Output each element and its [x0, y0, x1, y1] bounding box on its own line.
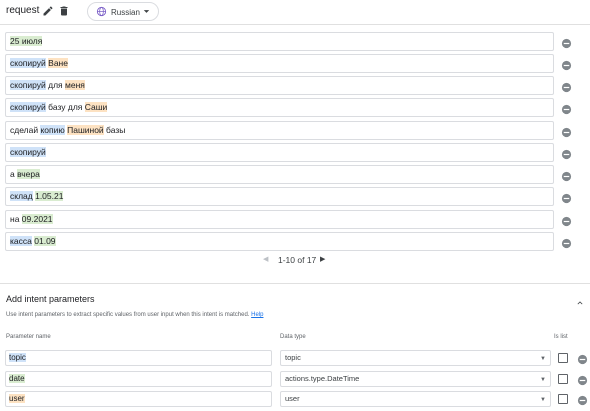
phrase-text: базы [103, 125, 126, 135]
language-selector[interactable]: Russian [87, 2, 159, 21]
phrase-input[interactable]: склад 1.05.21 [5, 187, 554, 206]
phrase-input[interactable]: скопируй Ване [5, 54, 554, 73]
remove-circle-icon[interactable] [561, 191, 572, 204]
remove-circle-icon[interactable] [561, 236, 572, 249]
intent-title: request [6, 5, 40, 16]
section-divider [0, 283, 590, 284]
phrase-input[interactable]: касса 01.09 [5, 232, 554, 251]
remove-circle-icon[interactable] [561, 125, 572, 138]
annotated-span: скопируй [10, 58, 46, 68]
param-row: user user ▼ [5, 391, 590, 407]
remove-circle-icon[interactable] [577, 352, 588, 365]
pagination: ◀ 1-10 of 17 ▶ [0, 255, 590, 267]
phrase-input[interactable]: скопируй для меня [5, 76, 554, 95]
column-header-type: Data type [280, 334, 306, 340]
phrase-row: на 09.2021 [5, 210, 585, 229]
delete-icon[interactable] [58, 4, 72, 18]
dropdown-arrow-icon [142, 7, 151, 18]
annotated-span: скопируй [10, 147, 46, 157]
edit-icon[interactable] [42, 4, 56, 18]
annotated-span: касса [10, 236, 32, 246]
remove-circle-icon[interactable] [561, 36, 572, 49]
param-name-text: topic [9, 353, 26, 362]
phrase-text: для [45, 80, 66, 90]
chevron-up-icon[interactable] [575, 295, 585, 313]
phrase-row: скопируй базу для Саши [5, 98, 585, 117]
remove-circle-icon[interactable] [561, 80, 572, 93]
phrase-row: касса 01.09 [5, 232, 585, 251]
phrase-row: а вчера [5, 165, 585, 184]
annotated-span: вчера [17, 169, 40, 179]
is-list-checkbox[interactable] [558, 374, 568, 384]
param-name-input[interactable]: user [5, 391, 272, 407]
help-link[interactable]: Help [251, 312, 263, 318]
annotated-span: 01.09 [34, 236, 56, 246]
phrase-row: сделай копию Пашиной базы [5, 121, 585, 140]
remove-circle-icon[interactable] [561, 169, 572, 182]
annotated-span: скопируй [10, 80, 46, 90]
phrase-input[interactable]: 25 июля [5, 32, 554, 51]
annotated-span: склад [10, 191, 33, 201]
phrase-input[interactable]: сделай копию Пашиной базы [5, 121, 554, 140]
remove-circle-icon[interactable] [577, 393, 588, 406]
phrase-input[interactable]: а вчера [5, 165, 554, 184]
param-name-input[interactable]: topic [5, 350, 272, 366]
column-header-name: Parameter name [6, 334, 51, 340]
phrase-row: скопируй [5, 143, 585, 162]
remove-circle-icon[interactable] [561, 58, 572, 71]
is-list-checkbox[interactable] [558, 394, 568, 404]
annotated-span: Пашиной [67, 125, 104, 135]
language-label: Russian [111, 8, 140, 17]
remove-circle-icon[interactable] [561, 102, 572, 115]
phrase-row: скопируй Ване [5, 54, 585, 73]
param-row: topic topic ▼ [5, 350, 590, 366]
phrase-text: на [10, 214, 22, 224]
phrase-input[interactable]: на 09.2021 [5, 210, 554, 229]
param-type-value: topic [285, 353, 301, 362]
phrase-input[interactable]: скопируй [5, 143, 554, 162]
is-list-checkbox[interactable] [558, 353, 568, 363]
globe-icon [96, 6, 107, 19]
pagination-range: 1-10 of 17 [278, 255, 317, 265]
prev-page-icon[interactable]: ◀ [263, 255, 268, 263]
annotated-span: Саши [84, 102, 108, 112]
page-header: request Russian [0, 0, 590, 25]
params-description: Use intent parameters to extract specifi… [6, 312, 263, 318]
annotated-span: копию [40, 125, 65, 135]
annotated-span: скопируй [10, 102, 46, 112]
annotated-span: Ване [48, 58, 68, 68]
param-name-input[interactable]: date [5, 371, 272, 387]
param-name-text: user [9, 394, 25, 403]
params-description-text: Use intent parameters to extract specifi… [6, 312, 250, 318]
params-section-title: Add intent parameters [6, 294, 95, 304]
remove-circle-icon[interactable] [561, 147, 572, 160]
phrase-text: сделай [10, 125, 41, 135]
phrase-row: 25 июля [5, 32, 585, 51]
annotated-span: меня [65, 80, 85, 90]
annotated-span: 09.2021 [21, 214, 53, 224]
remove-circle-icon[interactable] [577, 373, 588, 386]
phrase-text: базу для [45, 102, 85, 112]
param-type-select[interactable]: user ▼ [280, 391, 551, 407]
remove-circle-icon[interactable] [561, 214, 572, 227]
param-type-select[interactable]: topic ▼ [280, 350, 551, 366]
annotated-span: 1.05.21 [35, 191, 64, 201]
param-type-select[interactable]: actions.type.DateTime ▼ [280, 371, 551, 387]
param-type-value: actions.type.DateTime [285, 374, 360, 383]
phrase-row: скопируй для меня [5, 76, 585, 95]
param-type-value: user [285, 394, 300, 403]
dropdown-arrow-icon: ▼ [540, 397, 546, 403]
param-name-text: date [9, 374, 25, 383]
dropdown-arrow-icon: ▼ [540, 377, 546, 383]
dropdown-arrow-icon: ▼ [540, 356, 546, 362]
phrase-input[interactable]: скопируй базу для Саши [5, 98, 554, 117]
column-header-is-list: Is list [554, 334, 568, 340]
param-row: date actions.type.DateTime ▼ [5, 371, 590, 387]
annotated-span: 25 июля [10, 36, 43, 46]
next-page-icon[interactable]: ▶ [320, 255, 325, 263]
phrase-row: склад 1.05.21 [5, 187, 585, 206]
